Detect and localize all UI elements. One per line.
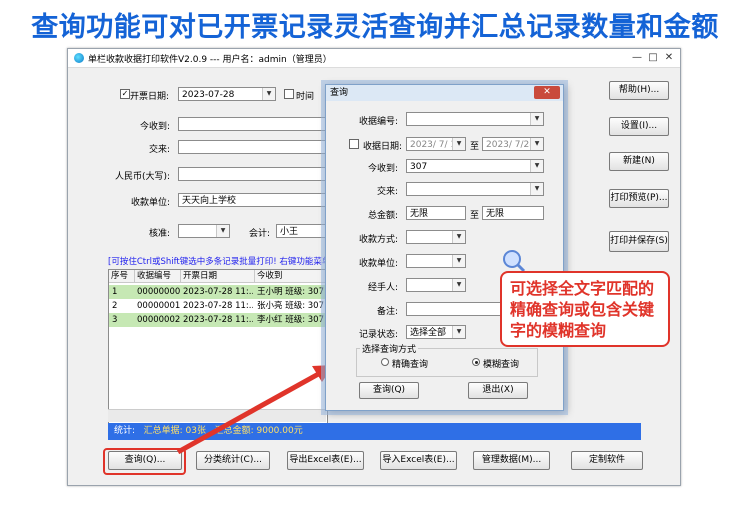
- arrow-line: [176, 369, 324, 455]
- chevron-down-icon: ▼: [530, 160, 543, 172]
- date-to-field[interactable]: 2023/ 7/28 ▼: [482, 137, 544, 151]
- collect-method-label: 收款方式:: [358, 235, 398, 245]
- chevron-down-icon: ▼: [452, 138, 465, 150]
- handler-select[interactable]: ▼: [406, 278, 466, 292]
- feature-callout: 可选择全文字匹配的精确查询或包含关键字的模糊查询: [500, 271, 670, 347]
- date-to-label: 至: [469, 142, 479, 152]
- dialog-title: 查询: [326, 85, 563, 101]
- fuzzy-query-label: 模糊查询: [483, 360, 520, 370]
- date-from-value: 2023/ 7/ 1: [410, 140, 457, 150]
- collect-unit-label: 收款单位:: [358, 259, 398, 269]
- fuzzy-query-radio[interactable]: [472, 358, 480, 366]
- received-value: 307: [410, 162, 428, 172]
- chevron-down-icon: ▼: [530, 138, 543, 150]
- dialog-exit-button[interactable]: 退出(X): [468, 382, 528, 399]
- receipt-no-select[interactable]: ▼: [406, 112, 544, 126]
- payment-select[interactable]: ▼: [406, 182, 544, 196]
- handler-label: 经手人:: [367, 283, 398, 293]
- chevron-down-icon: ▼: [452, 231, 465, 243]
- status-value: 选择全部: [410, 328, 447, 338]
- chevron-down-icon: ▼: [530, 183, 543, 195]
- collect-unit-select[interactable]: ▼: [406, 254, 466, 268]
- total-to-label: 至: [469, 211, 479, 221]
- chevron-down-icon: ▼: [452, 255, 465, 267]
- collect-method-select[interactable]: ▼: [406, 230, 466, 244]
- received-label: 今收到:: [367, 164, 398, 174]
- receipt-date-label: 收据日期:: [362, 142, 402, 152]
- status-label: 记录状态:: [358, 330, 398, 340]
- total-from-input[interactable]: 无限: [406, 206, 466, 220]
- status-select[interactable]: 选择全部 ▼: [406, 325, 466, 339]
- magnifier-icon: [503, 250, 526, 273]
- receipt-date-checkbox[interactable]: [349, 139, 359, 149]
- query-dialog: 查询 ✕ 收据编号: ▼ 收据日期: 2023/ 7/ 1 ▼ 至 2023/ 7…: [325, 84, 564, 411]
- chevron-down-icon: ▼: [452, 279, 465, 291]
- date-to-value: 2023/ 7/28: [486, 140, 536, 150]
- receipt-no-label: 收据编号:: [358, 117, 398, 127]
- exact-query-radio[interactable]: [381, 358, 389, 366]
- note-label: 备注:: [376, 307, 398, 317]
- date-from-field[interactable]: 2023/ 7/ 1 ▼: [406, 137, 466, 151]
- note-input[interactable]: [406, 302, 506, 316]
- payment-label: 交来:: [376, 187, 398, 197]
- chevron-down-icon: ▼: [452, 326, 465, 338]
- total-to-input[interactable]: 无限: [482, 206, 544, 220]
- received-select[interactable]: 307 ▼: [406, 159, 544, 173]
- dialog-close-button[interactable]: ✕: [534, 86, 560, 99]
- chevron-down-icon: ▼: [530, 113, 543, 125]
- total-label: 总金额:: [367, 211, 398, 221]
- dialog-query-button[interactable]: 查询(Q): [359, 382, 419, 399]
- query-mode-legend: 选择查询方式: [360, 342, 419, 355]
- exact-query-label: 精确查询: [392, 360, 429, 370]
